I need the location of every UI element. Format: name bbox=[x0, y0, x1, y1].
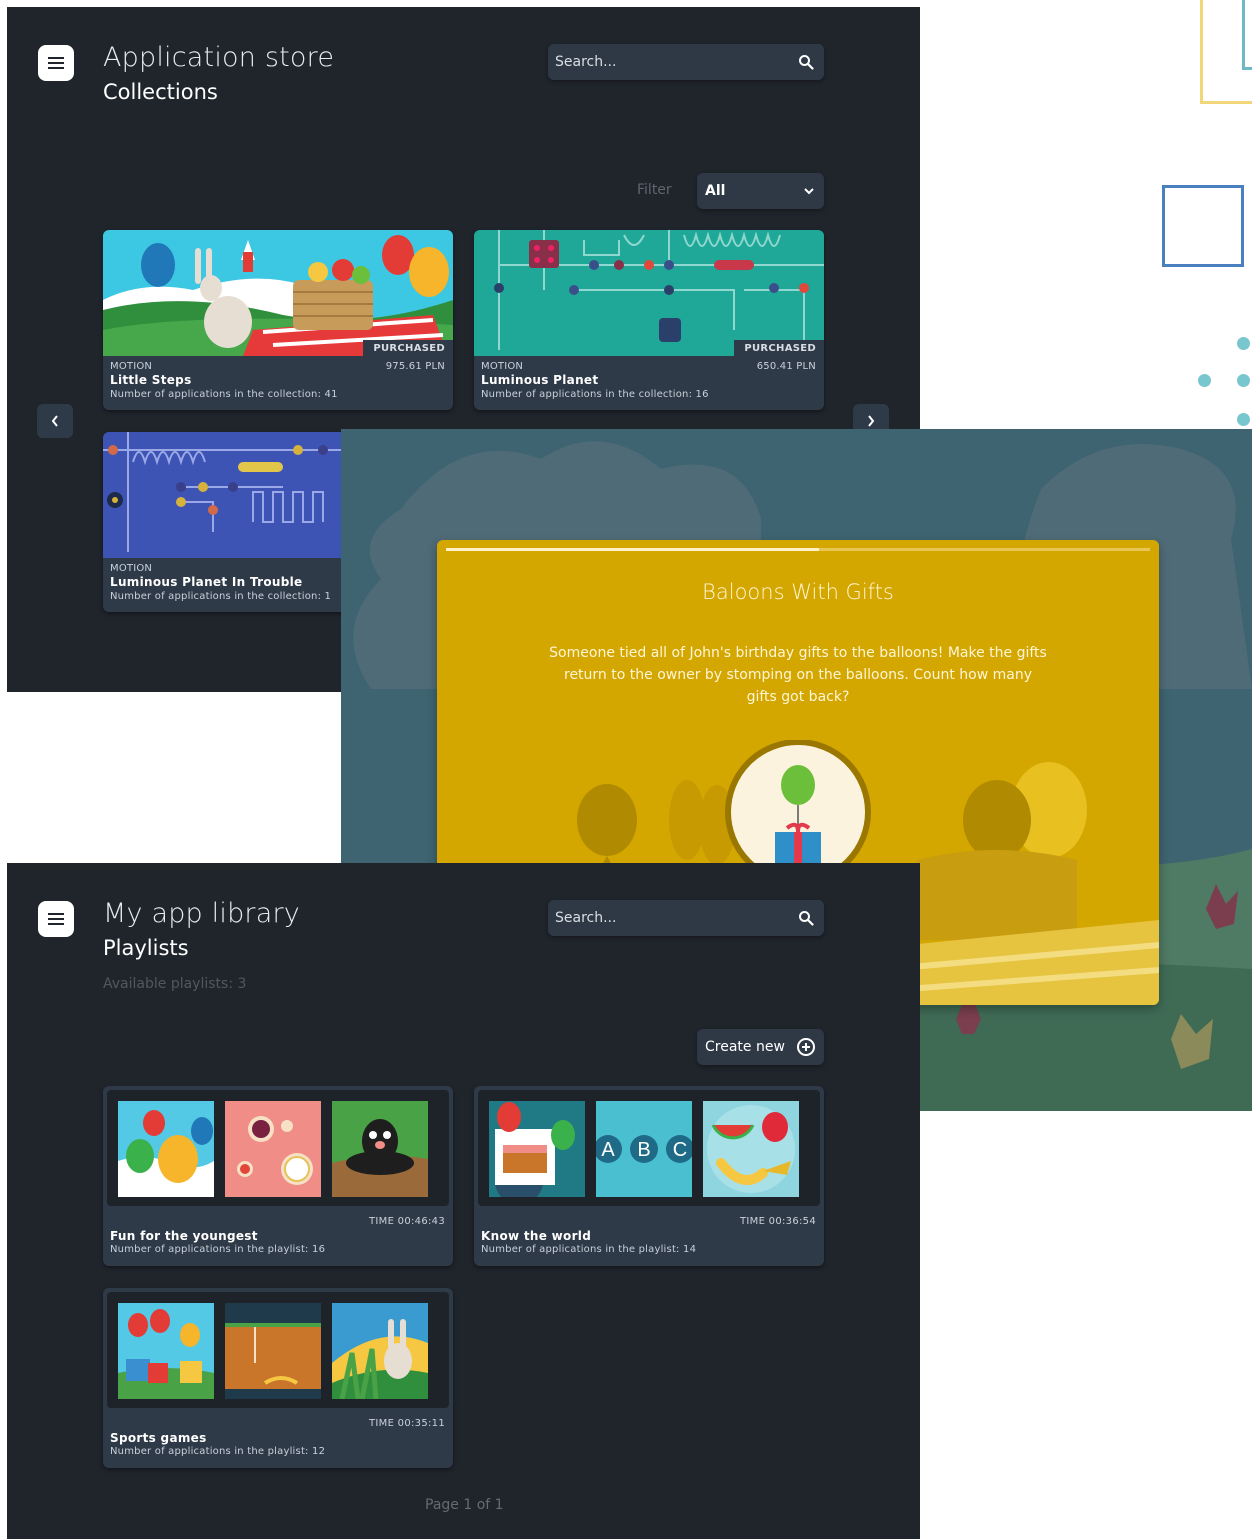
search-icon bbox=[799, 911, 814, 926]
decorative-dot bbox=[1198, 374, 1211, 387]
pagination-label: Page 1 of 1 bbox=[425, 1497, 504, 1513]
purchased-badge: PURCHASED bbox=[363, 340, 453, 356]
search-placeholder: Search... bbox=[555, 54, 617, 70]
menu-button[interactable] bbox=[38, 901, 74, 937]
playlist-time: TIME 00:36:54 bbox=[740, 1216, 816, 1227]
playlist-title: Fun for the youngest bbox=[110, 1229, 258, 1243]
playlist-thumbnails: AB C bbox=[478, 1090, 820, 1206]
playlist-title: Sports games bbox=[110, 1431, 207, 1445]
menu-button[interactable] bbox=[38, 45, 74, 81]
fruits-thumbnail bbox=[703, 1101, 799, 1197]
collection-category: MOTION bbox=[110, 563, 153, 574]
app-library-window: My app library Playlists Available playl… bbox=[7, 863, 920, 1539]
decorative-teal-frame bbox=[1242, 0, 1252, 70]
chevron-down-icon bbox=[804, 188, 814, 195]
collection-title: Luminous Planet bbox=[481, 373, 599, 387]
playlist-card[interactable]: TIME 00:46:43 Fun for the youngest Numbe… bbox=[103, 1086, 453, 1266]
game-progress-track bbox=[446, 548, 1150, 551]
plus-circle-icon bbox=[797, 1038, 815, 1056]
filter-select[interactable]: All bbox=[697, 173, 824, 209]
carousel-prev-button[interactable] bbox=[37, 404, 73, 438]
page-title: My app library bbox=[103, 898, 300, 929]
balloons-thumbnail bbox=[118, 1101, 214, 1197]
gift-balloons-thumbnail bbox=[118, 1303, 214, 1399]
mole-thumbnail bbox=[332, 1101, 428, 1197]
filter-value: All bbox=[705, 183, 726, 199]
filter-label: Filter bbox=[637, 182, 672, 198]
decorative-dot bbox=[1237, 413, 1250, 426]
playlist-thumbnails bbox=[107, 1090, 449, 1206]
available-playlists-count: Available playlists: 3 bbox=[103, 976, 247, 992]
search-placeholder: Search... bbox=[555, 910, 617, 926]
decorative-dot bbox=[1237, 337, 1250, 350]
hamburger-icon bbox=[48, 913, 64, 925]
playlist-count: Number of applications in the playlist: … bbox=[110, 1446, 326, 1457]
page-title: Application store bbox=[103, 42, 335, 73]
create-new-label: Create new bbox=[705, 1039, 785, 1055]
playlist-card[interactable]: AB C TIME 00:36:54 Know the world Number … bbox=[474, 1086, 824, 1266]
playlist-time: TIME 00:46:43 bbox=[369, 1216, 445, 1227]
svg-text:A: A bbox=[601, 1139, 615, 1161]
hamburger-icon bbox=[48, 57, 64, 69]
playlist-count: Number of applications in the playlist: … bbox=[110, 1244, 326, 1255]
collection-title: Little Steps bbox=[110, 373, 192, 387]
circles-thumbnail bbox=[225, 1101, 321, 1197]
playlist-time: TIME 00:35:11 bbox=[369, 1418, 445, 1429]
bunny-grass-thumbnail bbox=[332, 1303, 428, 1399]
purchased-badge: PURCHASED bbox=[734, 340, 824, 356]
collection-category: MOTION bbox=[110, 361, 153, 372]
svg-text:B: B bbox=[637, 1139, 650, 1161]
playlist-title: Know the world bbox=[481, 1229, 592, 1243]
playlist-card[interactable]: TIME 00:35:11 Sports games Number of app… bbox=[103, 1288, 453, 1468]
circuit-board-image: PURCHASED bbox=[474, 230, 824, 356]
page-subtitle: Collections bbox=[103, 80, 218, 104]
collection-count: Number of applications in the collection… bbox=[481, 389, 709, 400]
decorative-dot bbox=[1237, 374, 1250, 387]
search-input[interactable]: Search... bbox=[548, 44, 824, 80]
collection-count: Number of applications in the collection… bbox=[110, 389, 338, 400]
collection-card[interactable]: PURCHASED MOTION 650.41 PLN Luminous Pla… bbox=[474, 230, 824, 410]
collection-price: 975.61 PLN bbox=[385, 361, 445, 372]
birthday-cake-thumbnail bbox=[489, 1101, 585, 1197]
game-progress-fill bbox=[446, 548, 820, 551]
collection-title: Luminous Planet In Trouble bbox=[110, 575, 303, 589]
game-description: Someone tied all of John's birthday gift… bbox=[549, 645, 1047, 705]
playlist-count: Number of applications in the playlist: … bbox=[481, 1244, 697, 1255]
collection-card[interactable]: PURCHASED MOTION 975.61 PLN Little Steps… bbox=[103, 230, 453, 410]
game-title: Baloons With Gifts bbox=[702, 580, 894, 604]
decorative-blue-square bbox=[1162, 185, 1244, 267]
abc-letters-thumbnail: AB C bbox=[596, 1101, 692, 1197]
collection-count: Number of applications in the collection… bbox=[110, 591, 332, 602]
picnic-bunny-image: PURCHASED bbox=[103, 230, 453, 356]
search-icon bbox=[799, 55, 814, 70]
playlist-thumbnails bbox=[107, 1292, 449, 1408]
court-thumbnail bbox=[225, 1303, 321, 1399]
chevron-right-icon bbox=[868, 415, 875, 427]
collection-category: MOTION bbox=[481, 361, 524, 372]
search-input[interactable]: Search... bbox=[548, 900, 824, 936]
chevron-left-icon bbox=[51, 415, 58, 427]
collection-price: 650.41 PLN bbox=[756, 361, 816, 372]
page-subtitle: Playlists bbox=[103, 936, 189, 960]
create-new-button[interactable]: Create new bbox=[697, 1029, 824, 1065]
svg-text:C: C bbox=[673, 1139, 687, 1161]
